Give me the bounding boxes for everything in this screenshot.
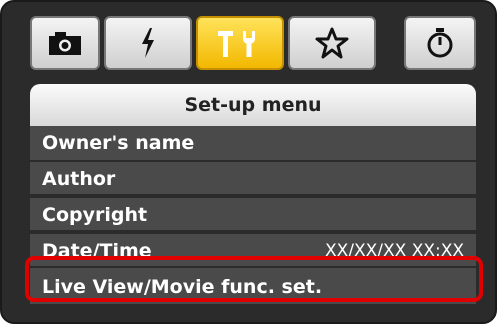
selection-highlight-box: [25, 256, 483, 302]
menu-item-label: Author: [42, 168, 116, 190]
menu-title: Set-up menu: [30, 84, 476, 126]
menu-item-owners-name[interactable]: Owner's name: [30, 126, 476, 160]
tab-flash[interactable]: [104, 16, 192, 70]
timer-icon: [427, 28, 453, 58]
tab-setup[interactable]: [196, 16, 284, 70]
tab-shooting[interactable]: [30, 16, 100, 70]
menu-item-label: Copyright: [42, 204, 148, 226]
wrench-icon: [218, 31, 255, 57]
menu-item-label: Owner's name: [42, 132, 195, 154]
menu-tab-bar: [30, 16, 478, 70]
star-icon: [315, 27, 349, 59]
tab-timer[interactable]: [404, 16, 476, 70]
flash-icon: [142, 28, 154, 58]
menu-item-author[interactable]: Author: [30, 160, 476, 194]
camera-icon: [49, 32, 81, 55]
camera-menu-window: Set-up menu Owner's name Author Copyrigh…: [0, 0, 497, 324]
menu-item-copyright[interactable]: Copyright: [30, 196, 476, 230]
tab-my-menu[interactable]: [288, 16, 376, 70]
